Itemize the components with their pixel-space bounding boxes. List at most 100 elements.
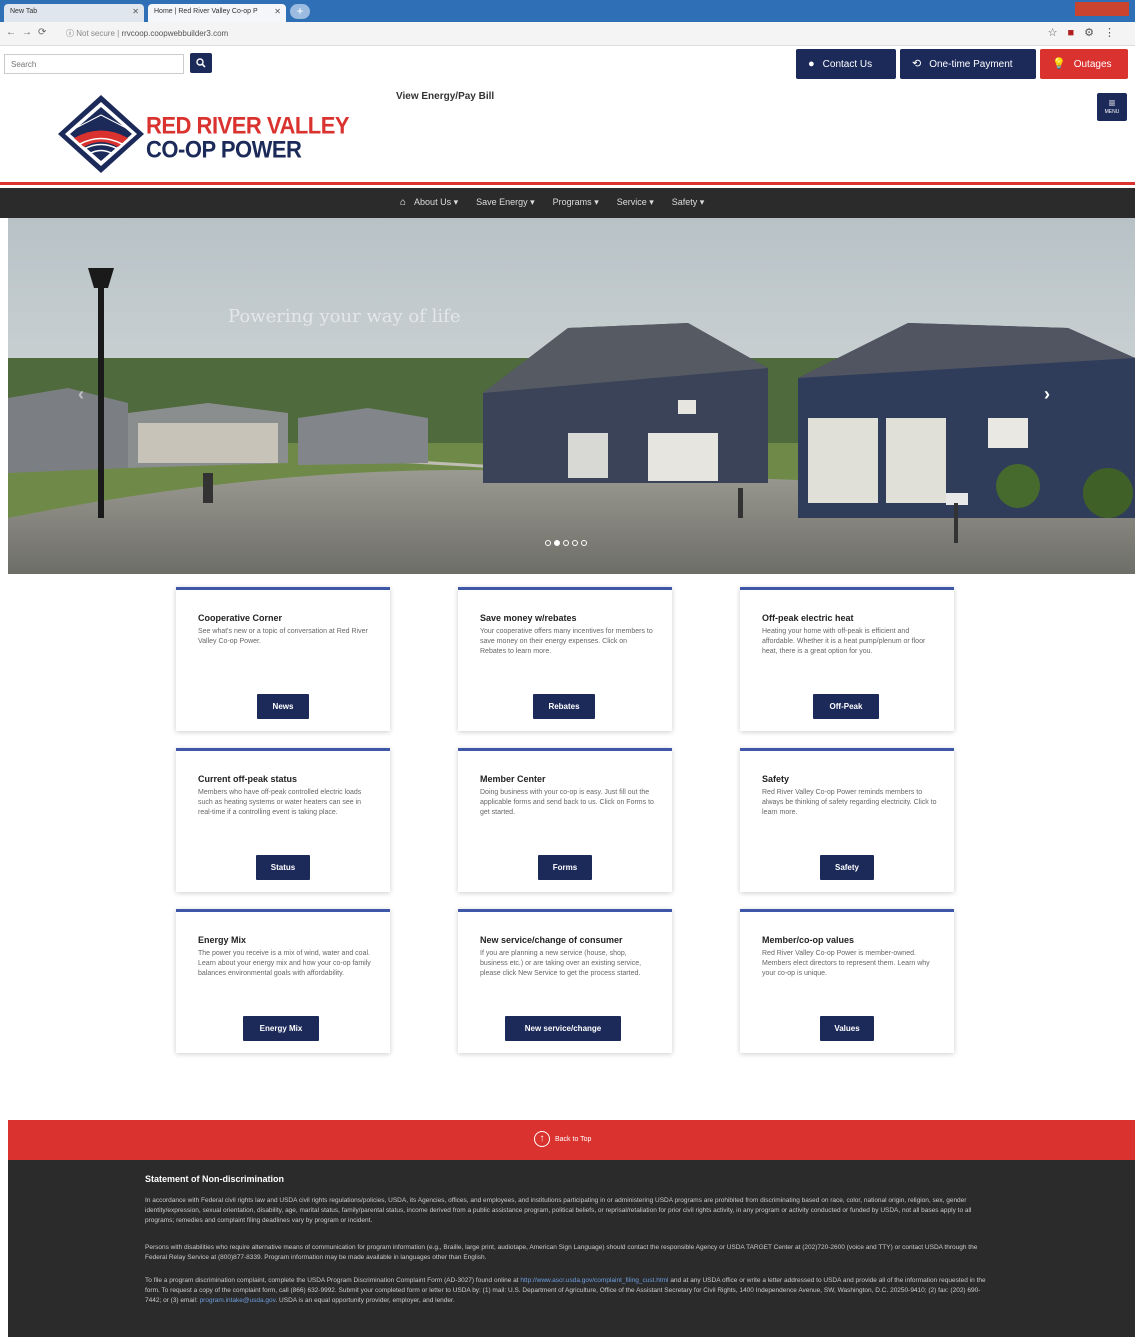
- card-text: Your cooperative offers many incentives …: [480, 628, 653, 655]
- card-text: See what's new or a topic of conversatio…: [198, 628, 368, 645]
- home-icon[interactable]: ⌂: [400, 197, 406, 208]
- close-icon[interactable]: ✕: [274, 7, 281, 16]
- nav-item-safety[interactable]: Safety ▾: [672, 197, 705, 208]
- footer-title: Statement of Non-discrimination: [145, 1174, 285, 1184]
- card-title: Cooperative Corner: [198, 613, 283, 623]
- card-text: Heating your home with off-peak is effic…: [762, 628, 926, 655]
- search-input[interactable]: [4, 54, 184, 74]
- card-off-peak-heat: Off-peak electric heat Heating your home…: [740, 587, 954, 731]
- nav-label: Save Energy: [476, 197, 528, 207]
- browser-nav-icons[interactable]: ←→⟳: [6, 27, 52, 38]
- browser-tab-bar: New Tab ✕ Home | Red River Valley Co-op P…: [0, 0, 1135, 22]
- card-title: Safety: [762, 774, 790, 784]
- card-text: Members who have off-peak controlled ele…: [198, 789, 362, 816]
- payment-icon: ⟲: [912, 58, 922, 70]
- nav-item-service[interactable]: Service ▾: [617, 197, 654, 208]
- card-title: Save money w/rebates: [480, 613, 577, 623]
- menu-button[interactable]: ≡ MENU: [1097, 93, 1127, 121]
- safety-button[interactable]: Safety: [820, 855, 874, 880]
- carousel-next-icon[interactable]: ›: [1044, 384, 1050, 405]
- carousel-dot[interactable]: [581, 540, 587, 546]
- program-intake-email-link[interactable]: program.intake@usda.gov: [200, 1297, 276, 1304]
- card-title: Member/co-op values: [762, 935, 855, 945]
- tab-label: New Tab: [10, 8, 38, 15]
- card-values: Member/co-op values Red River Valley Co-…: [740, 909, 954, 1053]
- card-title: Off-peak electric heat: [762, 613, 854, 623]
- footer-text: . USDA is an equal opportunity provider,…: [275, 1297, 455, 1304]
- footer-paragraph-3: To file a program discrimination complai…: [145, 1276, 990, 1306]
- carousel-indicators: [545, 540, 587, 546]
- card-text: Red River Valley Co-op Power reminds mem…: [762, 789, 937, 816]
- complaint-form-link[interactable]: http://www.ascr.usda.gov/complaint_filin…: [520, 1277, 668, 1284]
- brand-name-line2: CO-OP POWER: [146, 135, 302, 164]
- off-peak-button[interactable]: Off-Peak: [813, 694, 879, 719]
- menu-label: MENU: [1104, 109, 1120, 115]
- hero-carousel[interactable]: Powering your way of life ‹ ›: [8, 218, 1135, 574]
- search-button[interactable]: [190, 53, 212, 73]
- back-to-top-button[interactable]: ↑ Back to Top: [534, 1131, 591, 1147]
- card-text: Red River Valley Co-op Power is member-o…: [762, 950, 930, 977]
- carousel-dot-active[interactable]: [554, 540, 560, 546]
- contact-label: Contact Us: [822, 59, 873, 70]
- utility-bar: ● Contact Us ⟲ One-time Payment 💡 Outages: [0, 47, 1135, 83]
- hamburger-icon: ≡: [1108, 96, 1116, 110]
- browser-toolbar-icons[interactable]: ☆■⚙⋮: [1048, 26, 1125, 39]
- footer-text: To file a program discrimination complai…: [145, 1277, 519, 1284]
- outages-button[interactable]: 💡 Outages: [1040, 49, 1128, 79]
- footer-paragraph-2: Persons with disabilities who require al…: [145, 1244, 978, 1261]
- card-save-money: Save money w/rebates Your cooperative of…: [458, 587, 672, 731]
- carousel-prev-icon[interactable]: ‹: [78, 384, 84, 405]
- new-service-button[interactable]: New service/change: [505, 1016, 621, 1041]
- card-cooperative-corner: Cooperative Corner See what's new or a t…: [176, 587, 390, 731]
- nav-label: Programs: [552, 197, 592, 207]
- new-tab-icon[interactable]: +: [290, 4, 310, 19]
- news-button[interactable]: News: [257, 694, 309, 719]
- tab-label: Home | Red River Valley Co-op P: [154, 8, 258, 15]
- card-title: Energy Mix: [198, 935, 247, 945]
- browser-tab-home[interactable]: Home | Red River Valley Co-op P ✕: [148, 4, 286, 22]
- nav-item-save-energy[interactable]: Save Energy ▾: [476, 197, 535, 208]
- rebates-button[interactable]: Rebates: [533, 694, 595, 719]
- carousel-dot[interactable]: [545, 540, 551, 546]
- chat-icon: ●: [808, 58, 815, 70]
- energy-mix-button[interactable]: Energy Mix: [243, 1016, 319, 1041]
- carousel-dot[interactable]: [563, 540, 569, 546]
- card-title: New service/change of consumer: [480, 935, 623, 945]
- close-icon[interactable]: ✕: [132, 7, 139, 16]
- browser-tab-new[interactable]: New Tab ✕: [4, 4, 144, 22]
- contact-us-button[interactable]: ● Contact Us: [796, 49, 896, 79]
- main-navigation: ⌂ About Us ▾ Save Energy ▾ Programs ▾ Se…: [0, 188, 1135, 218]
- card-off-peak-status: Current off-peak status Members who have…: [176, 748, 390, 892]
- view-bill-link[interactable]: View Energy/Pay Bill: [396, 91, 494, 102]
- nav-label: Service: [616, 197, 647, 207]
- card-text: Doing business with your co-op is easy. …: [480, 789, 654, 816]
- extension-icon[interactable]: ■: [1067, 27, 1084, 39]
- arrow-up-icon: ↑: [534, 1131, 550, 1147]
- logo-emblem-icon: [58, 95, 144, 173]
- forms-button[interactable]: Forms: [538, 855, 592, 880]
- nav-item-programs[interactable]: Programs ▾: [553, 197, 599, 208]
- status-button[interactable]: Status: [256, 855, 310, 880]
- card-text: If you are planning a new service (house…: [480, 950, 642, 977]
- site-logo[interactable]: RED RIVER VALLEY CO-OP POWER: [56, 93, 350, 175]
- card-energy-mix: Energy Mix The power you receive is a mi…: [176, 909, 390, 1053]
- card-text: The power you receive is a mix of wind, …: [198, 950, 371, 977]
- lightbulb-icon: 💡: [1052, 58, 1066, 70]
- security-indicator: Not secure |: [76, 29, 120, 38]
- outages-label: Outages: [1073, 59, 1112, 70]
- url-field[interactable]: ⓘ Not secure | rrvcoop.coopwebbuilder3.c…: [66, 28, 228, 39]
- site-footer: Statement of Non-discrimination In accor…: [8, 1160, 1135, 1337]
- payment-label: One-time Payment: [929, 59, 1013, 70]
- back-to-top-label: Back to Top: [555, 1135, 592, 1143]
- hero-caption: Powering your way of life: [228, 306, 461, 327]
- site-header: RED RIVER VALLEY CO-OP POWER View Energy…: [0, 83, 1135, 185]
- nav-item-about-us[interactable]: About Us ▾: [414, 197, 458, 208]
- address-bar: ←→⟳ ⓘ Not secure | rrvcoop.coopwebbuilde…: [0, 22, 1135, 46]
- one-time-payment-button[interactable]: ⟲ One-time Payment: [900, 49, 1036, 79]
- carousel-dot[interactable]: [572, 540, 578, 546]
- values-button[interactable]: Values: [820, 1016, 874, 1041]
- hero-image: [8, 218, 1135, 574]
- url-text: rrvcoop.coopwebbuilder3.com: [121, 29, 229, 38]
- window-controls[interactable]: [1075, 2, 1129, 16]
- back-to-top-bar: ↑ Back to Top: [8, 1120, 1135, 1160]
